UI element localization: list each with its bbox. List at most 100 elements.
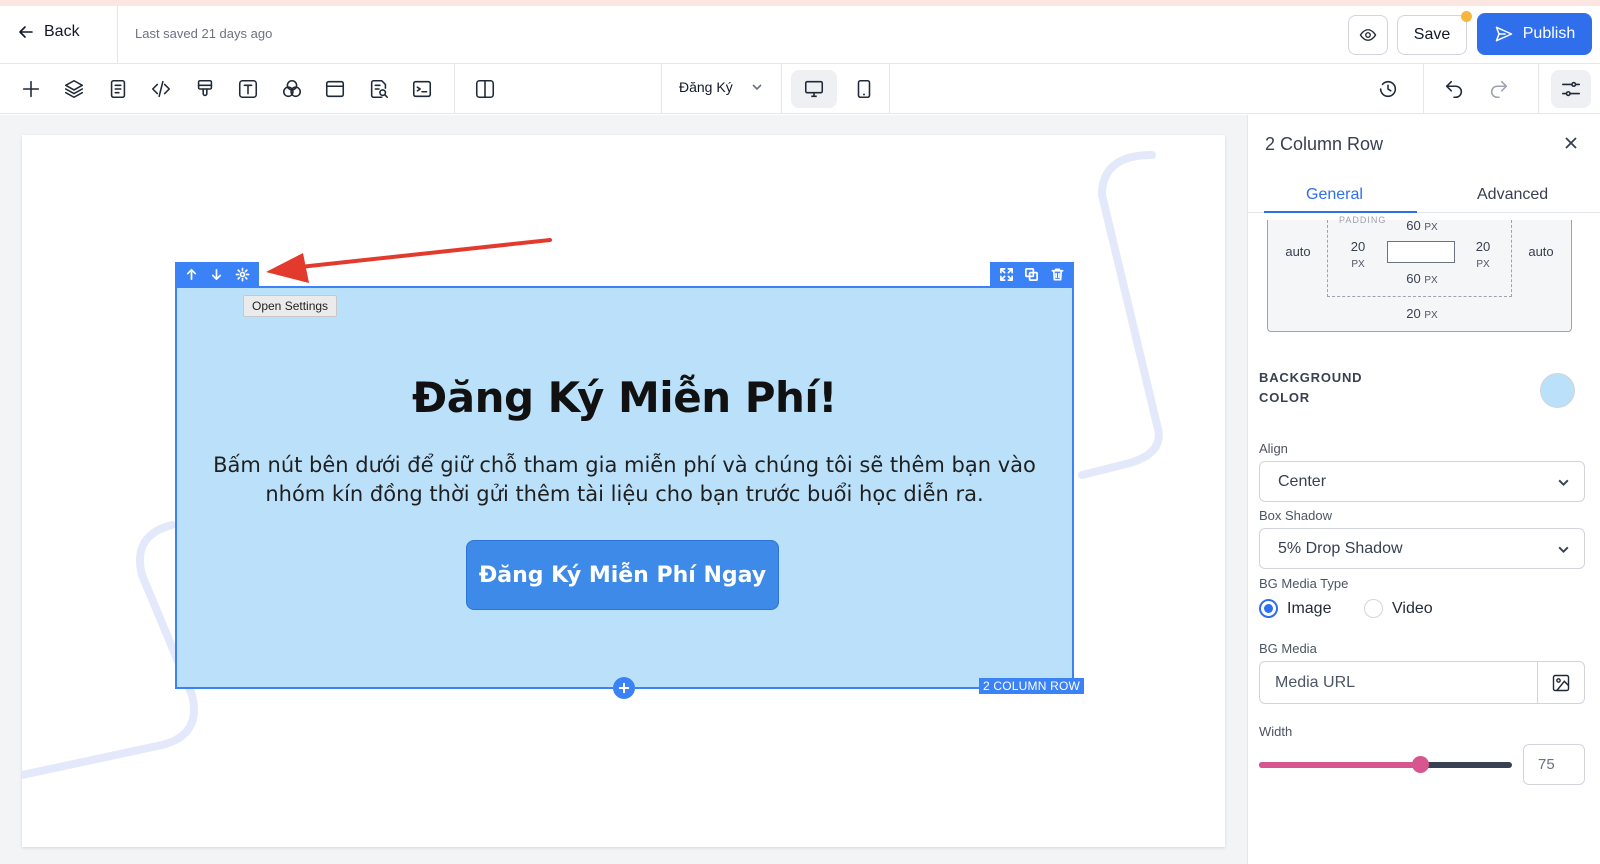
publish-button[interactable]: Publish: [1477, 13, 1592, 55]
save-button[interactable]: Save: [1397, 15, 1467, 55]
row-type-badge: 2 COLUMN ROW: [979, 678, 1085, 694]
unsaved-indicator: [1461, 11, 1472, 22]
media-picker-button[interactable]: [1537, 662, 1584, 703]
send-icon: [1495, 26, 1512, 42]
header-divider: [117, 6, 118, 64]
text-icon: [238, 79, 258, 99]
margin-right-value[interactable]: auto: [1521, 244, 1561, 259]
text-button[interactable]: [235, 76, 261, 102]
bg-media-input[interactable]: Media URL: [1259, 661, 1585, 704]
align-select[interactable]: Center: [1259, 461, 1585, 502]
search-doc-icon: [370, 79, 389, 99]
code-icon: [151, 80, 171, 98]
toolbar-divider: [1423, 64, 1424, 114]
row-toolbar-left: [175, 262, 259, 287]
bg-media-type-label: BG Media Type: [1259, 576, 1349, 591]
code-button[interactable]: [148, 76, 174, 102]
close-panel-button[interactable]: [1559, 131, 1583, 155]
panel-title: 2 Column Row: [1265, 134, 1384, 154]
desktop-icon: [804, 80, 824, 98]
arrow-up-icon[interactable]: [184, 267, 199, 282]
width-slider-fill: [1259, 762, 1420, 768]
preview-button[interactable]: [1348, 15, 1388, 55]
toolbar-divider: [661, 64, 662, 114]
description-text[interactable]: Bấm nút bên dưới để giữ chỗ tham gia miễ…: [200, 451, 1049, 509]
duplicate-icon[interactable]: [1024, 267, 1039, 282]
terminal-icon: [412, 80, 432, 98]
padding-left-value[interactable]: 20 PX: [1338, 239, 1378, 273]
page-select[interactable]: Đăng Ký: [679, 79, 763, 95]
headline-text[interactable]: Đăng Ký Miễn Phí!: [175, 373, 1074, 422]
tab-general[interactable]: General: [1306, 186, 1363, 204]
gear-icon[interactable]: [235, 267, 250, 282]
history-icon: [1379, 80, 1397, 98]
chevron-down-icon: [752, 84, 762, 91]
columns-button[interactable]: [472, 76, 498, 102]
add-icon: [22, 80, 40, 98]
redo-button[interactable]: [1486, 76, 1512, 102]
editor-toolbar: Đăng Ký: [0, 64, 1600, 114]
eye-icon: [1359, 29, 1377, 41]
padding-right-value[interactable]: 20 PX: [1463, 239, 1503, 273]
width-input[interactable]: 75: [1523, 744, 1585, 785]
settings-panel: 2 Column Row General Advanced PADDING au…: [1247, 115, 1600, 864]
styles-button[interactable]: [192, 76, 218, 102]
add-element-button[interactable]: [18, 76, 44, 102]
layers-button[interactable]: [61, 76, 87, 102]
radio-image-label: Image: [1287, 599, 1332, 617]
radio-video-label: Video: [1392, 599, 1433, 617]
trash-icon[interactable]: [1050, 267, 1065, 282]
undo-icon: [1445, 80, 1463, 99]
arrow-down-icon[interactable]: [209, 267, 224, 282]
margin-left-value[interactable]: auto: [1278, 244, 1318, 259]
register-cta-button[interactable]: Đăng Ký Miễn Phí Ngay: [466, 540, 779, 610]
history-button[interactable]: [1375, 76, 1401, 102]
padding-bottom-value[interactable]: 60 PX: [1388, 271, 1456, 286]
radio-video-indicator[interactable]: [1364, 599, 1383, 618]
close-icon: [1565, 137, 1577, 149]
color-icon: [282, 79, 302, 98]
tablet-view-button[interactable]: [844, 70, 884, 108]
desktop-view-button[interactable]: [791, 70, 837, 108]
toolbar-divider: [889, 64, 890, 114]
tracking-code-button[interactable]: [409, 76, 435, 102]
layout-button[interactable]: [322, 76, 348, 102]
margin-bottom-value[interactable]: 20 PX: [1383, 306, 1461, 321]
tablet-icon: [857, 79, 871, 99]
width-slider-thumb[interactable]: [1412, 756, 1429, 773]
pages-button[interactable]: [105, 76, 131, 102]
width-slider-track[interactable]: [1259, 762, 1512, 768]
tab-advanced[interactable]: Advanced: [1477, 186, 1548, 204]
toolbar-divider: [454, 64, 455, 114]
colors-button[interactable]: [279, 76, 305, 102]
bg-media-placeholder: Media URL: [1275, 673, 1356, 691]
chevron-down-icon: [1558, 546, 1569, 554]
toolbar-divider: [781, 64, 782, 114]
padding-top-value[interactable]: 60 PX: [1388, 218, 1456, 233]
radio-image[interactable]: Image: [1259, 599, 1331, 618]
toolbar-divider: [1538, 64, 1539, 114]
active-tab-indicator: [1264, 211, 1417, 213]
box-shadow-label: Box Shadow: [1259, 508, 1332, 523]
align-label: Align: [1259, 441, 1288, 456]
box-shadow-select[interactable]: 5% Drop Shadow: [1259, 528, 1585, 569]
bg-media-label: BG Media: [1259, 641, 1317, 656]
background-color-label: BACKGROUND COLOR: [1259, 370, 1363, 405]
radio-image-indicator[interactable]: [1259, 599, 1278, 618]
padding-label: PADDING: [1339, 215, 1387, 225]
columns-icon: [475, 79, 495, 99]
undo-button[interactable]: [1441, 76, 1467, 102]
seo-button[interactable]: [366, 76, 392, 102]
radio-video[interactable]: Video: [1364, 599, 1433, 618]
settings-panel-toggle[interactable]: [1551, 70, 1591, 108]
page-canvas: Open Settings Đăng Ký Miễn Phí! Bấm nút …: [22, 135, 1225, 847]
width-label: Width: [1259, 724, 1293, 739]
last-saved-text: Last saved 21 days ago: [135, 26, 273, 41]
expand-icon[interactable]: [999, 267, 1014, 282]
background-color-swatch[interactable]: [1540, 373, 1575, 408]
sliders-icon: [1561, 81, 1581, 97]
add-row-button[interactable]: [613, 677, 635, 699]
canvas-area: Open Settings Đăng Ký Miễn Phí! Bấm nút …: [0, 115, 1247, 864]
back-button[interactable]: Back: [18, 23, 80, 41]
image-icon: [1552, 674, 1570, 691]
